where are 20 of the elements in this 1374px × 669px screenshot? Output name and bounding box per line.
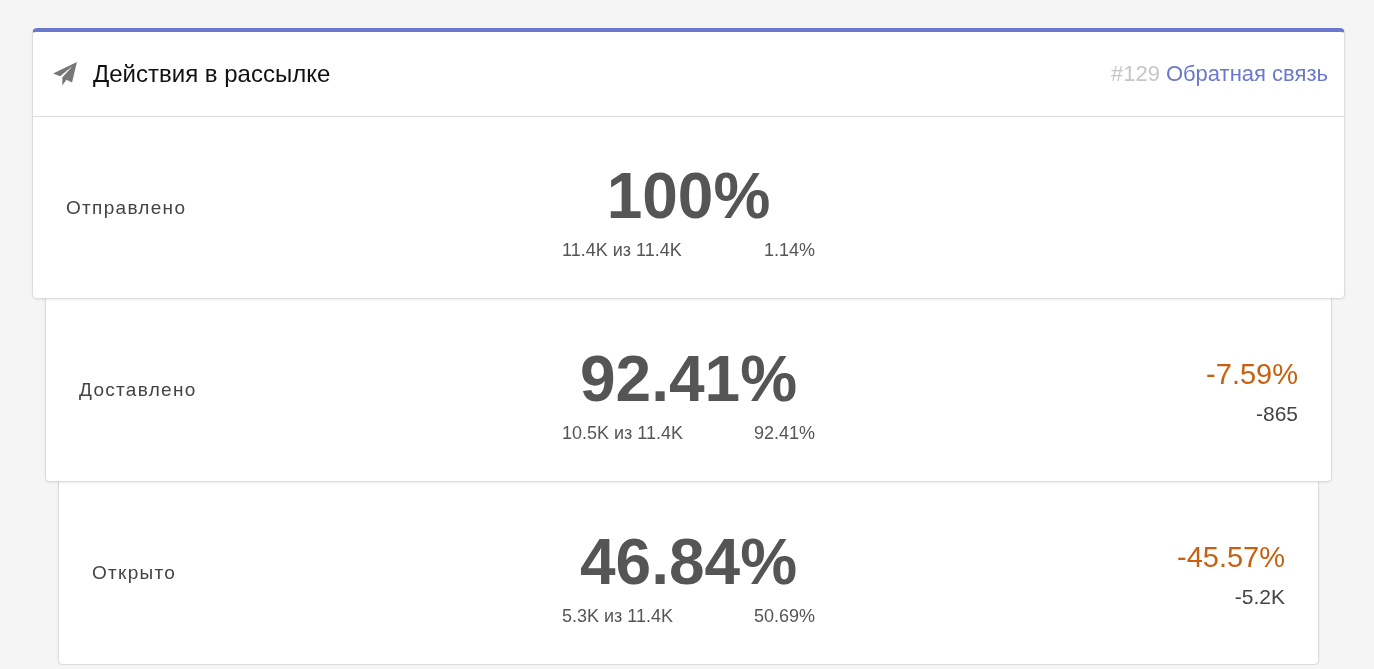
stage-percentage: 46.84% [579, 529, 798, 594]
change-percentage: -45.57% [1177, 541, 1285, 574]
feedback-link[interactable]: Обратная связь [1165, 61, 1328, 87]
paper-plane-icon [52, 61, 78, 87]
stage-label: Доставлено [79, 379, 197, 401]
change-count: -5.2K [1234, 585, 1285, 609]
stage-count: 5.3K из 11.4K [562, 605, 674, 627]
stage-percentage: 100% [606, 164, 771, 228]
card-title: Действия в рассылке [93, 60, 331, 88]
stage-share: 92.41% [753, 422, 815, 444]
stage-label: Отправлено [66, 196, 187, 219]
stage-count: 10.5K из 11.4K [562, 422, 684, 444]
stage-label: Открыто [92, 562, 177, 584]
stage-share: 50.69% [753, 605, 815, 627]
change-count: -865 [1255, 402, 1298, 426]
change-percentage: -7.59% [1206, 358, 1298, 391]
stage-share: 1.14% [763, 240, 815, 261]
stage-count: 11.4K из 11.4K [562, 240, 682, 261]
campaign-number: #129 [1110, 61, 1160, 87]
stage-percentage: 92.41% [579, 346, 798, 411]
